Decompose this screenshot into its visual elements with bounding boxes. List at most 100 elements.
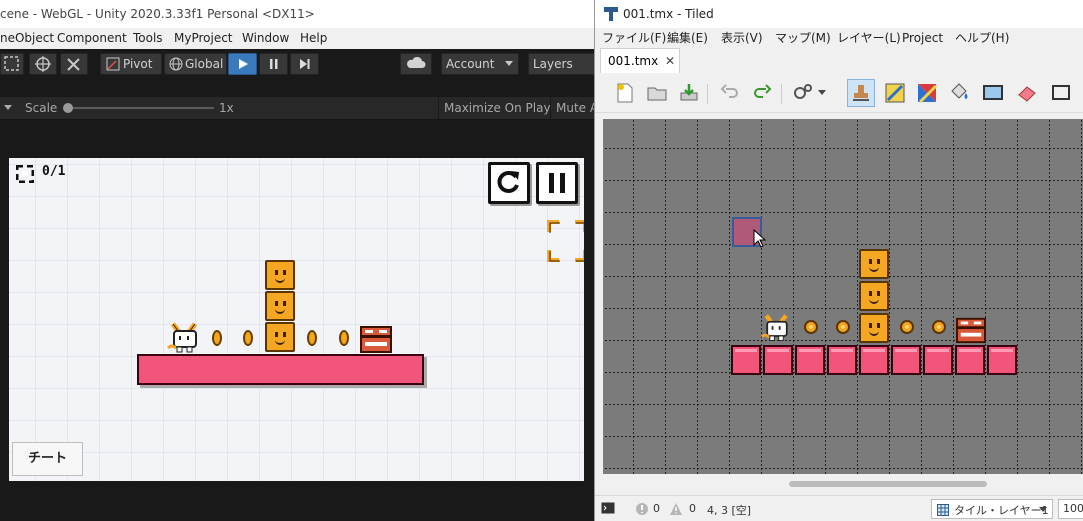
platform-tile bbox=[891, 345, 921, 375]
toolbar-divider bbox=[781, 84, 782, 104]
bucket-fill-icon[interactable] bbox=[947, 81, 971, 105]
tab-label: 001.tmx bbox=[608, 54, 659, 68]
unity-toolbar: Pivot Global Account Layers bbox=[0, 49, 594, 79]
save-icon[interactable] bbox=[677, 81, 701, 105]
menu-map[interactable]: マップ(M) bbox=[775, 28, 831, 48]
transform-tool-icon bbox=[35, 56, 51, 72]
tools-icon bbox=[67, 58, 80, 71]
scale-slider-handle[interactable] bbox=[63, 103, 73, 113]
menu-help[interactable]: Help bbox=[300, 28, 327, 49]
cheat-button[interactable]: チート bbox=[12, 442, 83, 476]
close-icon[interactable]: ✕ bbox=[665, 49, 675, 73]
warning-count: 0 bbox=[689, 502, 696, 515]
pause-editor-button[interactable] bbox=[259, 53, 288, 75]
tiled-title: 001.tmx - Tiled bbox=[623, 7, 714, 21]
shape-fill-icon[interactable] bbox=[981, 81, 1005, 105]
pause-editor-icon bbox=[270, 59, 278, 69]
menu-project[interactable]: Project bbox=[902, 28, 943, 48]
rect-tool-button[interactable] bbox=[0, 53, 24, 75]
unity-title: cene - WebGL - Unity 2020.3.33f1 Persona… bbox=[0, 7, 315, 21]
menu-window[interactable]: Window bbox=[242, 28, 289, 49]
transform-tool-button[interactable] bbox=[29, 53, 57, 75]
cloud-icon bbox=[407, 56, 426, 68]
warning-icon[interactable] bbox=[669, 502, 683, 516]
map-canvas[interactable] bbox=[603, 119, 1083, 474]
account-label: Account bbox=[446, 57, 495, 71]
platform-tile bbox=[795, 345, 825, 375]
smiley-box-tile bbox=[859, 281, 889, 311]
unity-window: cene - WebGL - Unity 2020.3.33f1 Persona… bbox=[0, 0, 594, 521]
commands-icon[interactable] bbox=[791, 81, 815, 105]
platform-tile bbox=[923, 345, 953, 375]
layer-selector[interactable]: タイル・レイヤー1 bbox=[931, 499, 1053, 519]
tiled-title-bar: 001.tmx - Tiled bbox=[595, 0, 1083, 28]
scale-label: Scale bbox=[25, 101, 58, 115]
layers-dropdown[interactable]: Layers bbox=[528, 53, 594, 75]
horizontal-scrollbar[interactable] bbox=[603, 477, 1076, 491]
play-button[interactable] bbox=[228, 53, 257, 75]
unity-menu-bar: neObject Component Tools MyProject Windo… bbox=[0, 28, 594, 49]
error-icon[interactable] bbox=[635, 502, 649, 516]
goal-counter: 0/1 bbox=[42, 164, 66, 179]
tiled-status-bar: 0 0 4, 3 [空] タイル・レイヤー1 100 bbox=[595, 495, 1083, 521]
menu-tools[interactable]: Tools bbox=[133, 28, 163, 49]
menu-help[interactable]: ヘルプ(H) bbox=[955, 28, 1009, 48]
pause-button[interactable] bbox=[536, 162, 578, 204]
global-button[interactable]: Global bbox=[164, 53, 227, 75]
pivot-icon bbox=[106, 57, 120, 71]
unity-title-bar: cene - WebGL - Unity 2020.3.33f1 Persona… bbox=[0, 0, 594, 28]
globe-icon bbox=[169, 57, 183, 71]
new-file-icon[interactable] bbox=[613, 81, 637, 105]
platform bbox=[137, 354, 424, 385]
scale-slider-track[interactable] bbox=[64, 107, 214, 109]
terrain-brush-icon[interactable] bbox=[883, 81, 907, 105]
game-view-toolbar: Scale 1x Maximize On Play Mute A bbox=[0, 97, 594, 120]
menu-layer[interactable]: レイヤー(L) bbox=[837, 28, 901, 48]
coin-tile bbox=[900, 320, 914, 334]
menu-component[interactable]: Component bbox=[57, 28, 127, 49]
cloud-button[interactable] bbox=[400, 53, 432, 75]
mute-audio-toggle[interactable]: Mute A bbox=[556, 97, 594, 119]
undo-icon[interactable] bbox=[717, 81, 741, 105]
menu-file[interactable]: ファイル(F) bbox=[602, 28, 666, 48]
maximize-on-play-toggle[interactable]: Maximize On Play bbox=[444, 97, 551, 119]
redo-icon[interactable] bbox=[751, 81, 775, 105]
menu-myproject[interactable]: MyProject bbox=[174, 28, 233, 49]
dropdown-arrow-icon[interactable] bbox=[818, 90, 826, 96]
eraser-icon[interactable] bbox=[1015, 81, 1039, 105]
tiled-logo-icon bbox=[604, 7, 618, 21]
step-button[interactable] bbox=[290, 53, 319, 75]
restart-button[interactable] bbox=[488, 162, 530, 204]
custom-tool-button[interactable] bbox=[60, 53, 88, 75]
smiley-box-tile bbox=[859, 249, 889, 279]
wang-brush-icon[interactable] bbox=[915, 81, 939, 105]
smiley-box-tile bbox=[859, 313, 889, 343]
rect-select-icon[interactable] bbox=[1049, 81, 1073, 105]
platform-tile bbox=[731, 345, 761, 375]
treasure-chest bbox=[360, 326, 392, 353]
menu-gameobject[interactable]: neObject bbox=[0, 28, 54, 49]
rect-tool-icon bbox=[4, 56, 19, 71]
account-dropdown[interactable]: Account bbox=[441, 53, 519, 75]
goal-marker-icon bbox=[547, 220, 584, 262]
console-icon[interactable] bbox=[601, 502, 615, 514]
tile-coordinates: 4, 3 [空] bbox=[707, 504, 752, 517]
coin bbox=[243, 330, 253, 346]
player-tile bbox=[761, 314, 788, 341]
layers-label: Layers bbox=[533, 57, 573, 71]
pivot-button[interactable]: Pivot bbox=[100, 53, 162, 75]
platform-tile bbox=[987, 345, 1017, 375]
open-folder-icon[interactable] bbox=[645, 81, 669, 105]
tiled-menu-bar: ファイル(F) 編集(E) 表示(V) マップ(M) レイヤー(L) Proje… bbox=[595, 28, 1083, 48]
scale-value: 1x bbox=[219, 101, 234, 115]
game-view[interactable]: 0/1 チート bbox=[9, 158, 584, 481]
coin-tile bbox=[836, 320, 850, 334]
layer-name: タイル・レイヤー1 bbox=[954, 504, 1049, 517]
scrollbar-thumb[interactable] bbox=[789, 481, 987, 487]
tab-001-tmx[interactable]: 001.tmx ✕ bbox=[600, 48, 680, 73]
stamp-brush-button[interactable] bbox=[847, 79, 875, 107]
menu-edit[interactable]: 編集(E) bbox=[667, 28, 708, 48]
zoom-field[interactable]: 100 bbox=[1058, 499, 1083, 519]
menu-view[interactable]: 表示(V) bbox=[721, 28, 763, 48]
dropdown-arrow-icon[interactable] bbox=[4, 105, 12, 111]
